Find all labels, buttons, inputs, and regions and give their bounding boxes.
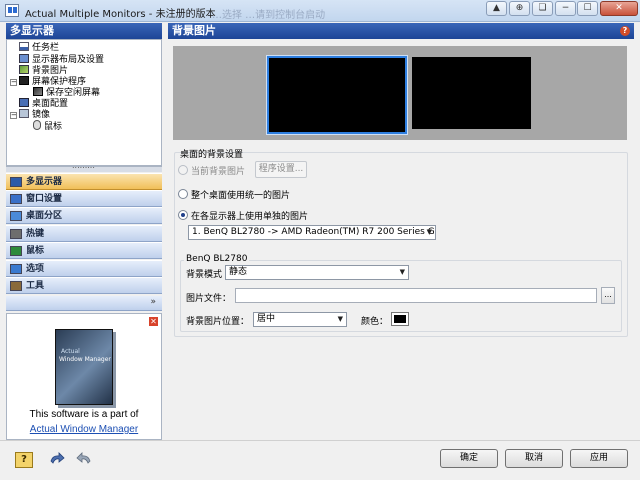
browse-button[interactable]: ... [601, 287, 615, 304]
color-label: 颜色： [361, 317, 389, 327]
cancel-button[interactable]: 取消 [505, 449, 563, 468]
hotkey-icon [10, 229, 22, 239]
nav-desktop-divider[interactable]: 桌面分区 [6, 207, 162, 224]
desktop-divider-icon [10, 211, 22, 221]
file-label: 图片文件： [186, 294, 232, 304]
monitor-2-preview[interactable] [412, 57, 531, 129]
screensaver-icon [19, 76, 29, 85]
window-title: Actual Multiple Monitors - 未注册的版本 [25, 9, 216, 20]
close-button[interactable]: ✕ [600, 1, 638, 16]
globe-icon[interactable]: ⊕ [509, 1, 530, 16]
group-title: 桌面的背景设置 [180, 150, 244, 160]
position-select[interactable]: 居中 ▼ [253, 312, 347, 327]
options-icon [10, 264, 22, 274]
ok-button[interactable]: 确定 [440, 449, 498, 468]
nav-options[interactable]: 选项 [6, 260, 162, 277]
wallpaper-icon [19, 65, 29, 74]
promo-panel: ✕ This software is a part of Actual Wind… [6, 313, 162, 440]
title-bar: Actual Multiple Monitors - 未注册的版本 …选择 …请… [0, 0, 640, 22]
page-title: 背景图片 ? [168, 23, 634, 39]
nav-window-settings[interactable]: 窗口设置 [6, 190, 162, 207]
settings-tree: 任务栏 显示器布局及设置 背景图片 − 屏幕保护程序 保存空闲屏幕 桌面配置 − 镜… [6, 39, 162, 166]
chevron-down-icon: ▼ [426, 228, 432, 236]
collapse-icon[interactable]: − [10, 79, 17, 86]
minimize-button[interactable]: − [555, 1, 576, 16]
label-per-monitor: 在各显示器上使用单独的图片 [191, 212, 309, 222]
promo-link[interactable]: Actual Window Manager [7, 424, 161, 435]
tree-item-taskbar[interactable]: 任务栏 [19, 42, 59, 54]
image-file-input[interactable] [235, 288, 597, 303]
pin-icon[interactable]: ▲ [486, 1, 507, 16]
program-settings-button[interactable]: 程序设置... [255, 161, 307, 178]
restore-icon[interactable]: ❏ [532, 1, 553, 16]
nav-multi-monitor[interactable]: 多显示器 [6, 173, 162, 190]
monitor-group-title: BenQ BL2780 [184, 254, 250, 264]
bg-mode-select[interactable]: 静态 ▼ [225, 265, 409, 280]
bg-mode-label: 背景模式 [186, 270, 223, 280]
radio-whole-desktop[interactable] [178, 189, 188, 199]
promo-text: This software is a part of [29, 409, 139, 420]
undo-icon[interactable] [48, 452, 66, 468]
left-panel-header: 多显示器 [6, 23, 162, 39]
chevron-down-icon: ▼ [399, 268, 405, 276]
product-box-image [55, 329, 113, 405]
apply-button[interactable]: 应用 [570, 449, 628, 468]
tree-item-mouse[interactable]: 鼠标 [33, 120, 62, 132]
nav-more-bar[interactable]: » [6, 296, 162, 311]
idle-screen-icon [33, 87, 43, 96]
desktop-profile-icon [19, 98, 29, 107]
monitor-layout-icon [19, 54, 29, 63]
label-whole-desktop: 整个桌面使用统一的图片 [191, 191, 291, 201]
monitor-preview [173, 46, 627, 140]
color-picker[interactable] [391, 312, 409, 326]
mouse-nav-icon [10, 246, 22, 256]
help-book-icon[interactable]: ? [15, 452, 33, 468]
close-icon[interactable]: ✕ [149, 317, 158, 326]
multi-monitor-icon [10, 177, 22, 187]
chevron-down-icon: ▼ [337, 315, 343, 323]
window-settings-icon [10, 194, 22, 204]
radio-current-bg[interactable] [178, 165, 188, 175]
chevron-down-icon[interactable]: » [150, 297, 156, 307]
panel-splitter[interactable] [6, 161, 162, 172]
nav-hotkeys[interactable]: 热键 [6, 225, 162, 242]
tools-icon [10, 281, 22, 291]
monitor-select[interactable]: 1. BenQ BL2780 -> AMD Radeon(TM) R7 200 … [188, 225, 436, 240]
maximize-button[interactable]: ☐ [577, 1, 598, 16]
monitor-1-preview[interactable] [266, 55, 408, 135]
collapse-icon[interactable]: − [10, 112, 17, 119]
label-current-bg: 当前背景图片 [191, 167, 246, 177]
taskbar-icon [19, 42, 29, 51]
nav-mouse[interactable]: 鼠标 [6, 242, 162, 259]
redo-icon[interactable] [75, 452, 93, 468]
nav-tools[interactable]: 工具 [6, 277, 162, 294]
mouse-icon [33, 120, 41, 130]
app-icon [5, 4, 19, 17]
color-swatch [394, 315, 406, 323]
position-label: 背景图片位置： [186, 317, 250, 327]
radio-per-monitor[interactable] [178, 210, 188, 220]
mirror-icon [19, 109, 29, 118]
faded-background-text: …选择 …请到控制台启动 [212, 10, 326, 21]
help-icon[interactable]: ? [620, 26, 630, 36]
